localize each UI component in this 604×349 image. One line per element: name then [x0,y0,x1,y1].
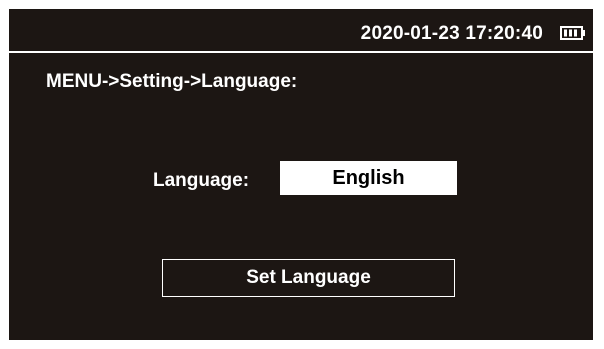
battery-icon [560,26,586,40]
status-bar: 2020-01-23 17:20:40 [9,9,593,51]
datetime-display: 2020-01-23 17:20:40 [360,23,543,44]
language-label: Language: [153,170,250,191]
device-screen: 2020-01-23 17:20:40 MENU->Setting->Langu… [9,9,593,340]
set-language-button[interactable]: Set Language [162,259,455,297]
breadcrumb: MENU->Setting->Language: [46,71,298,92]
header-divider [9,51,593,53]
language-select[interactable]: English [280,161,457,195]
